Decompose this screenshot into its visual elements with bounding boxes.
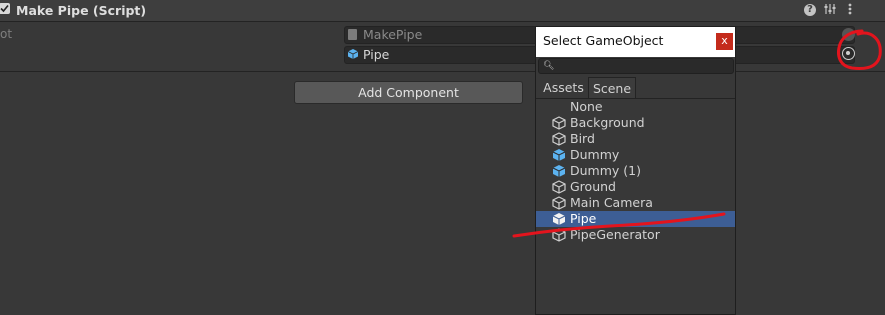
picker-titlebar: Select GameObject x <box>536 27 735 57</box>
script-file-icon <box>348 29 357 40</box>
list-item[interactable]: Bird <box>536 131 735 147</box>
list-item[interactable]: Dummy (1) <box>536 163 735 179</box>
object-picker-window: Select GameObject x 🔍︎ Assets Scene None… <box>535 26 736 315</box>
list-item-label: Pipe <box>570 211 597 226</box>
picker-title: Select GameObject <box>543 33 664 48</box>
list-item[interactable]: None <box>536 99 735 115</box>
search-icon: 🔍︎ <box>543 61 555 71</box>
prefab-cube-icon <box>347 49 359 59</box>
script-field-tail <box>735 26 855 44</box>
list-item[interactable]: Pipe <box>536 211 735 227</box>
add-component-button[interactable]: Add Component <box>294 81 523 104</box>
object-picker-button[interactable] <box>842 47 855 60</box>
list-item-label: Bird <box>570 131 595 146</box>
list-item[interactable]: Ground <box>536 179 735 195</box>
component-enabled-checkbox[interactable] <box>0 3 10 14</box>
picker-tabs: Assets Scene <box>536 77 735 99</box>
list-item-label: PipeGenerator <box>570 227 660 242</box>
presets-icon[interactable] <box>823 3 837 17</box>
gameobject-icon <box>552 116 566 130</box>
pipe-field[interactable]: Pipe <box>344 46 544 64</box>
list-item-label: Dummy <box>570 147 620 162</box>
more-options-icon[interactable] <box>843 3 857 17</box>
list-item[interactable]: Main Camera <box>536 195 735 211</box>
component-title: Make Pipe (Script) <box>16 3 147 18</box>
tab-assets[interactable]: Assets <box>540 77 587 98</box>
checkmark-icon <box>0 4 9 13</box>
gameobject-icon <box>552 132 566 146</box>
prefab-icon <box>552 149 566 161</box>
list-item-label: Main Camera <box>570 195 653 210</box>
pipe-field-tail <box>735 46 855 64</box>
script-field[interactable]: MakePipe <box>344 26 544 44</box>
script-object-picker-icon <box>842 28 855 41</box>
list-item[interactable]: Background <box>536 115 735 131</box>
gameobject-icon <box>552 196 566 210</box>
prefab-icon <box>552 213 566 225</box>
separator <box>0 71 885 72</box>
gameobject-icon <box>552 228 566 242</box>
list-item[interactable]: PipeGenerator <box>536 227 735 243</box>
prefab-icon <box>552 165 566 177</box>
list-item-label: None <box>570 99 603 114</box>
gameobject-icon <box>552 180 566 194</box>
search-input[interactable]: 🔍︎ <box>538 58 734 74</box>
list-item-label: Dummy (1) <box>570 163 641 178</box>
list-item-label: Ground <box>570 179 616 194</box>
list-item-label: Background <box>570 115 645 130</box>
help-icon[interactable]: ? <box>804 4 816 16</box>
list-item[interactable]: Dummy <box>536 147 735 163</box>
tab-scene[interactable]: Scene <box>588 77 636 98</box>
script-row-label: ot <box>0 27 13 41</box>
close-button[interactable]: x <box>716 33 733 50</box>
